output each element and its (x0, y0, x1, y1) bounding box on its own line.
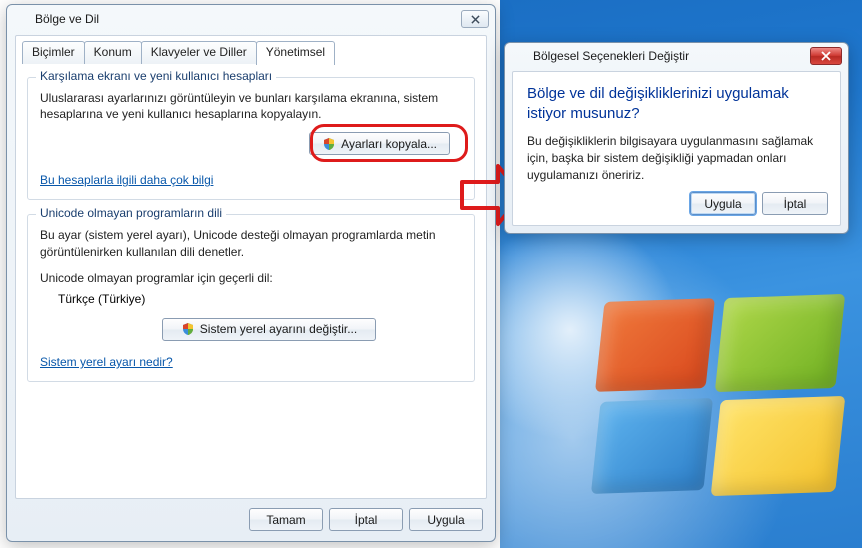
shield-icon (181, 322, 195, 336)
close-button[interactable] (461, 10, 489, 28)
tab-keyboards[interactable]: Klavyeler ve Diller (141, 41, 257, 65)
confirm-cancel-button[interactable]: İptal (762, 192, 828, 215)
group2-desc: Bu ayar (sistem yerel ayarı), Unicode de… (40, 227, 462, 259)
tab-location[interactable]: Konum (84, 41, 142, 65)
cancel-button[interactable]: İptal (329, 508, 403, 531)
dialog-button-row: Tamam İptal Uygula (249, 508, 483, 531)
confirm-title: Bölgesel Seçenekleri Değiştir (533, 49, 810, 63)
tabbar: Biçimler Konum Klavyeler ve Diller Yönet… (22, 41, 334, 65)
current-lang-label: Unicode olmayan programlar için geçerli … (40, 270, 462, 286)
tab-formats[interactable]: Biçimler (22, 41, 85, 65)
dialog-client: Biçimler Konum Klavyeler ve Diller Yönet… (15, 35, 487, 499)
confirm-body: Bölge ve dil değişikliklerinizi uygulama… (512, 71, 841, 226)
copy-settings-label: Ayarları kopyala... (341, 137, 437, 151)
ok-button[interactable]: Tamam (249, 508, 323, 531)
group-welcome-accounts: Karşılama ekranı ve yeni kullanıcı hesap… (27, 77, 475, 200)
confirm-titlebar[interactable]: Bölgesel Seçenekleri Değiştir (505, 43, 848, 69)
tab-administrative[interactable]: Yönetimsel (256, 41, 335, 65)
confirm-dialog: Bölgesel Seçenekleri Değiştir Bölge ve d… (504, 42, 849, 234)
copy-settings-button[interactable]: Ayarları kopyala... (309, 132, 450, 155)
confirm-text: Bu değişikliklerin bilgisayara uygulanma… (527, 133, 826, 183)
change-system-locale-button[interactable]: Sistem yerel ayarını değiştir... (162, 318, 376, 341)
windows-logo (540, 260, 860, 520)
confirm-button-row: Uygula İptal (690, 192, 828, 215)
titlebar[interactable]: Bölge ve Dil (7, 5, 495, 33)
group1-desc: Uluslararası ayarlarınızı görüntüleyin v… (40, 90, 462, 122)
accounts-more-info-link[interactable]: Bu hesaplarla ilgili daha çok bilgi (40, 173, 213, 187)
shield-icon (322, 137, 336, 151)
window-title: Bölge ve Dil (35, 12, 457, 26)
close-button[interactable] (810, 47, 842, 65)
region-language-dialog: Bölge ve Dil Biçimler Konum Klavyeler ve… (6, 4, 496, 542)
apply-button[interactable]: Uygula (409, 508, 483, 531)
tab-panel-administrative: Karşılama ekranı ve yeni kullanıcı hesap… (20, 64, 482, 494)
confirm-apply-button[interactable]: Uygula (690, 192, 756, 215)
group-unicode-language: Unicode olmayan programların dili Bu aya… (27, 214, 475, 382)
what-is-locale-link[interactable]: Sistem yerel ayarı nedir? (40, 355, 173, 369)
group2-legend: Unicode olmayan programların dili (36, 206, 226, 220)
globe-icon (13, 11, 29, 27)
current-lang-value: Türkçe (Türkiye) (40, 292, 462, 306)
confirm-heading: Bölge ve dil değişikliklerinizi uygulama… (527, 84, 826, 123)
group-legend: Karşılama ekranı ve yeni kullanıcı hesap… (36, 69, 276, 83)
globe-icon (511, 48, 527, 64)
change-locale-label: Sistem yerel ayarını değiştir... (200, 322, 357, 336)
